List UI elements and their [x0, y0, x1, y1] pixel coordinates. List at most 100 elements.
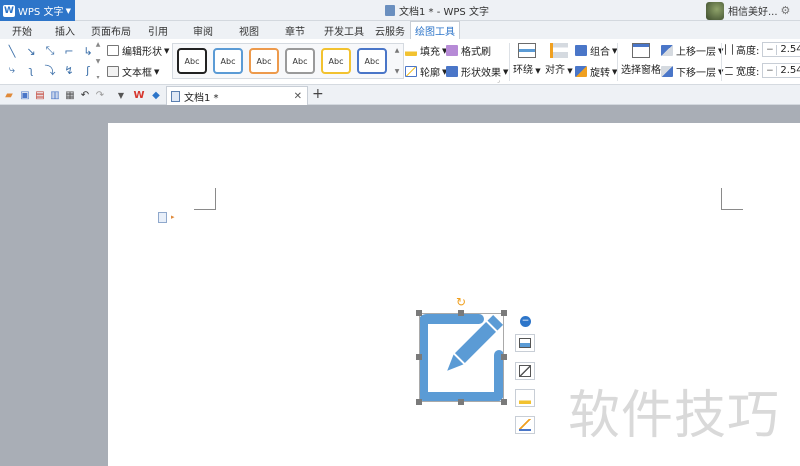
group-button[interactable]: 组合 ▼ [575, 43, 617, 58]
window-title-text: 文档1 * - WPS 文字 [399, 7, 489, 18]
bring-forward-button[interactable]: 上移一层 ▼ [661, 43, 723, 58]
layout-options-button[interactable] [515, 334, 535, 352]
expand-icon[interactable]: ▾ [96, 74, 99, 81]
arrow-shape-icon[interactable]: ↘ [22, 42, 40, 60]
curved-connector-icon[interactable]: ʅ [22, 61, 40, 79]
cloud-cube-icon[interactable]: ◆ [150, 89, 162, 101]
shape-gallery: ╲ ↘ ⤡ ⌐ ↳ ⤷ ʅ ⤵ ↯ ʃ [3, 42, 93, 80]
edit-shape-label: 编辑形状 [122, 47, 162, 58]
user-name[interactable]: 相信美好... [728, 3, 778, 18]
open-folder-icon[interactable]: ▰ [3, 89, 15, 101]
shape-outline-quick-button[interactable] [515, 362, 535, 380]
new-tab-plus-icon[interactable]: + [312, 86, 324, 102]
shape-gallery-scroll[interactable]: ▲ ▼ ▾ [94, 41, 102, 81]
rotate-handle-icon[interactable]: ↻ [456, 296, 468, 308]
shape-style-3[interactable]: Abc [249, 48, 279, 74]
tab-chapter[interactable]: 章节 [272, 21, 318, 39]
print-preview-icon[interactable]: ▦ [64, 89, 76, 101]
width-input[interactable]: − 2.54 [762, 63, 800, 78]
shape-style-5[interactable]: Abc [321, 48, 351, 74]
resize-handle-top-left[interactable] [416, 310, 422, 316]
window-title: 文档1 * - WPS 文字 [385, 3, 489, 18]
tab-start[interactable]: 开始 [0, 21, 44, 39]
rotate-button[interactable]: 旋转 ▼ [575, 64, 617, 79]
height-decrement-button[interactable]: − [763, 44, 778, 55]
export-pdf-icon[interactable]: ▤ [34, 89, 46, 101]
document-tab-name[interactable]: 文档1 * [184, 89, 219, 104]
tab-drawing-tools[interactable]: 绘图工具 [410, 21, 460, 39]
paragraph-layout-icon[interactable] [158, 212, 167, 223]
align-icon [549, 43, 568, 58]
width-decrement-button[interactable]: − [763, 65, 778, 76]
text-box-icon [107, 66, 119, 77]
document-tab[interactable]: 文档1 * ✕ [166, 86, 308, 105]
avatar[interactable] [706, 1, 724, 20]
resize-handle-top-right[interactable] [501, 310, 507, 316]
send-backward-button[interactable]: 下移一层 ▼ [661, 64, 723, 79]
format-painter-button[interactable]: 格式刷 [446, 43, 491, 58]
save-icon[interactable]: ▣ [19, 89, 31, 101]
chevron-down-icon: ▼ [503, 67, 509, 76]
text-box-button[interactable]: 文本框 ▼ [107, 64, 159, 79]
fill-quick-button[interactable] [515, 389, 535, 407]
separator [509, 43, 510, 81]
elbow-connector-icon[interactable]: ⌐ [60, 42, 78, 60]
tab-insert[interactable]: 插入 [44, 21, 86, 39]
tab-references[interactable]: 引用 [136, 21, 180, 39]
separator [617, 43, 618, 81]
user-account[interactable]: 相信美好... ⚙ [706, 0, 790, 21]
width-control: 宽度: − 2.54 [725, 63, 800, 78]
resize-handle-bottom[interactable] [458, 399, 464, 405]
chevron-down-icon: ▼ [65, 6, 71, 15]
scroll-up-icon[interactable]: ▲ [395, 47, 400, 54]
print-icon[interactable]: ▥ [49, 89, 61, 101]
edit-shape-button[interactable]: 编辑形状 ▼ [107, 43, 169, 58]
align-button[interactable]: 对齐 ▼ [545, 43, 573, 76]
resize-handle-left[interactable] [416, 354, 422, 360]
wps-app-menu-button[interactable]: W WPS 文字 ▼ [0, 0, 75, 21]
line-color-quick-button[interactable] [515, 416, 535, 434]
fill-bucket-icon [405, 45, 417, 56]
double-arrow-shape-icon[interactable]: ⤡ [41, 42, 59, 60]
curved-arrow-icon[interactable]: ⤵ [41, 61, 59, 79]
fill-button[interactable]: 填充 ▼ [405, 43, 447, 58]
tab-developer[interactable]: 开发工具 [318, 21, 370, 39]
tab-view[interactable]: 视图 [226, 21, 272, 39]
wps-w-icon[interactable]: W [133, 89, 145, 101]
shape-style-4[interactable]: Abc [285, 48, 315, 74]
shape-style-1[interactable]: Abc [177, 48, 207, 74]
collapse-minus-icon[interactable]: − [520, 316, 531, 327]
undo-icon[interactable]: ↶ [79, 89, 91, 101]
resize-handle-bottom-left[interactable] [416, 399, 422, 405]
paragraph-layout-arrow-icon[interactable]: ▸ [171, 213, 175, 221]
settings-icon[interactable]: ⚙ [781, 4, 791, 17]
wrap-button[interactable]: 环绕 ▼ [513, 43, 541, 76]
scroll-down-icon[interactable]: ▼ [395, 68, 400, 75]
width-value[interactable]: 2.54 [777, 65, 800, 76]
resize-handle-bottom-right[interactable] [501, 399, 507, 405]
selection-pane-button[interactable]: 选择窗格 [621, 43, 661, 76]
shape-selection-box[interactable] [419, 313, 504, 402]
resize-handle-top[interactable] [458, 310, 464, 316]
scroll-up-icon[interactable]: ▲ [96, 41, 101, 48]
tab-page-layout[interactable]: 页面布局 [86, 21, 136, 39]
scroll-down-icon[interactable]: ▼ [96, 58, 101, 65]
height-value[interactable]: 2.54 [777, 44, 800, 55]
line-shape-icon[interactable]: ╲ [3, 42, 21, 60]
close-icon[interactable]: ✕ [294, 91, 302, 102]
tab-cloud[interactable]: 云服务 [370, 21, 410, 39]
elbow-double-arrow-icon[interactable]: ⤷ [3, 61, 21, 79]
resize-handle-right[interactable] [501, 354, 507, 360]
curve-icon[interactable]: ↯ [60, 61, 78, 79]
redo-icon[interactable]: ↷ [94, 89, 106, 101]
shape-style-2[interactable]: Abc [213, 48, 243, 74]
style-gallery-scroll[interactable]: ▲ ▼ [393, 47, 401, 75]
outline-button[interactable]: 轮廓 ▼ [405, 64, 447, 79]
shape-style-6[interactable]: Abc [357, 48, 387, 74]
height-input[interactable]: − 2.54 [762, 42, 800, 57]
bring-forward-label: 上移一层 [676, 47, 716, 58]
dialog-launcher-icon[interactable]: ⌟ [497, 77, 500, 84]
group-label: 组合 [590, 47, 610, 58]
customize-toolbar-icon[interactable]: ▼ [115, 89, 127, 101]
tab-review[interactable]: 审阅 [180, 21, 226, 39]
